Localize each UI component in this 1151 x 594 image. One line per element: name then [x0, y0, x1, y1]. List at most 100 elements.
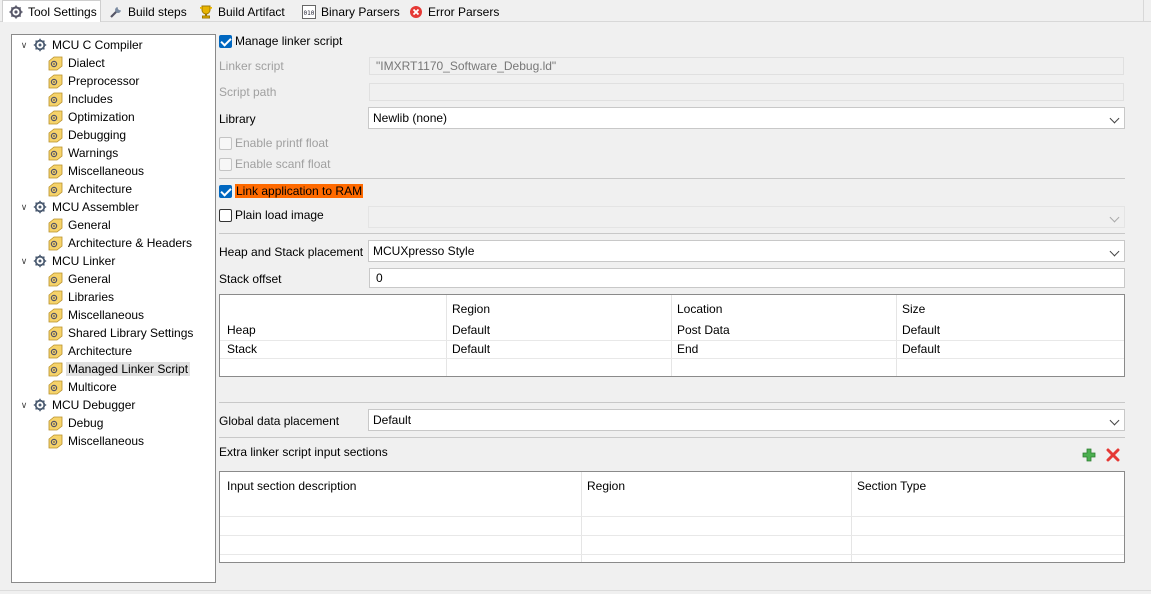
tab-binary-parsers[interactable]: 010 Binary Parsers	[296, 1, 406, 22]
global-data-placement-value: Default	[373, 413, 412, 427]
tree-item-label: Miscellaneous	[68, 308, 145, 322]
settings-page-icon	[48, 56, 63, 71]
settings-page-icon	[48, 326, 63, 341]
tree-item[interactable]: Preprocessor	[48, 72, 139, 90]
chevron-down-icon[interactable]: ∨	[18, 202, 30, 213]
tree-item[interactable]: Libraries	[48, 288, 114, 306]
tree-group[interactable]: ∨ MCU Debugger	[18, 396, 136, 414]
column-header-input-section[interactable]: Input section description	[227, 479, 356, 493]
heap-stack-placement-select[interactable]: MCUXpresso Style	[368, 240, 1125, 262]
enable-printf-float-label: Enable printf float	[235, 136, 329, 150]
link-to-ram-row[interactable]: Link application to RAM	[219, 184, 364, 198]
column-header-location[interactable]: Location	[677, 302, 722, 316]
library-select-value: Newlib (none)	[373, 111, 448, 125]
table-cell[interactable]: Default	[902, 342, 940, 356]
tab-build-artifact[interactable]: Build Artifact	[193, 1, 291, 22]
settings-page-icon	[48, 164, 63, 179]
tree-item[interactable]: Miscellaneous	[48, 162, 144, 180]
tree-item[interactable]: Warnings	[48, 144, 118, 162]
tree-item[interactable]: Dialect	[48, 54, 105, 72]
tab-build-steps[interactable]: Build steps	[103, 1, 193, 22]
linker-script-field: "IMXRT1170_Software_Debug.ld"	[369, 57, 1124, 75]
column-header-region[interactable]: Region	[587, 479, 625, 493]
tree-item[interactable]: Shared Library Settings	[48, 324, 193, 342]
table-cell[interactable]: Default	[902, 323, 940, 337]
tab-label: Binary Parsers	[321, 4, 400, 19]
chevron-down-icon[interactable]: ∨	[18, 40, 30, 51]
heap-stack-table[interactable]: Region Location Size Heap Default Post D…	[219, 294, 1125, 377]
enable-printf-float-row: Enable printf float	[219, 136, 328, 150]
tree-item[interactable]: Managed Linker Script	[48, 360, 191, 378]
tree-item-label: Optimization	[68, 110, 135, 124]
delete-icon[interactable]	[1106, 448, 1120, 462]
script-path-field	[369, 83, 1124, 101]
tree-group-label: MCU Linker	[52, 254, 116, 268]
settings-tree[interactable]: ∨ MCU C Compiler Dialect Preprocessor Includ…	[11, 34, 216, 583]
tree-item[interactable]: Optimization	[48, 108, 135, 126]
stack-offset-input[interactable]: 0	[369, 268, 1125, 288]
manage-linker-script-row[interactable]: Manage linker script	[219, 34, 342, 48]
plain-load-image-select	[368, 206, 1125, 228]
column-header-section-type[interactable]: Section Type	[857, 479, 926, 493]
tab-error-parsers[interactable]: Error Parsers	[403, 1, 505, 22]
tab-label: Error Parsers	[428, 4, 500, 19]
settings-page-icon	[48, 146, 63, 161]
tree-item-label: Preprocessor	[68, 74, 140, 88]
global-data-placement-select[interactable]: Default	[368, 409, 1125, 431]
linker-script-label: Linker script	[219, 59, 284, 73]
tree-item[interactable]: Architecture	[48, 180, 132, 198]
tree-item[interactable]: Architecture & Headers	[48, 234, 192, 252]
plain-load-image-checkbox[interactable]	[219, 208, 232, 222]
column-header-region[interactable]: Region	[452, 302, 490, 316]
settings-page-icon	[48, 344, 63, 359]
table-cell[interactable]: Post Data	[677, 323, 730, 337]
heap-stack-placement-value: MCUXpresso Style	[373, 244, 475, 258]
chevron-down-icon[interactable]: ∨	[18, 256, 30, 267]
separator	[219, 402, 1125, 403]
table-cell[interactable]: End	[677, 342, 698, 356]
extra-sections-table[interactable]: Input section description Region Section…	[219, 471, 1125, 563]
tree-item-label: Includes	[68, 92, 113, 106]
library-select[interactable]: Newlib (none)	[368, 107, 1125, 129]
tree-group[interactable]: ∨ MCU Linker	[18, 252, 116, 270]
column-header-size[interactable]: Size	[902, 302, 925, 316]
table-cell[interactable]: Default	[452, 342, 490, 356]
tree-item[interactable]: Miscellaneous	[48, 306, 144, 324]
tree-item[interactable]: Debug	[48, 414, 103, 432]
gear-icon	[33, 38, 47, 52]
add-icon[interactable]	[1082, 448, 1096, 462]
tree-group[interactable]: ∨ MCU C Compiler	[18, 36, 143, 54]
tree-item[interactable]: Includes	[48, 90, 113, 108]
tree-item[interactable]: General	[48, 216, 111, 234]
tab-bar: Tool Settings Build steps Build Artifact…	[0, 0, 1151, 22]
settings-page-icon	[48, 236, 63, 251]
separator	[219, 178, 1125, 179]
settings-page-icon	[48, 110, 63, 125]
chevron-down-icon[interactable]: ∨	[18, 400, 30, 411]
plain-load-image-label: Plain load image	[235, 208, 324, 222]
tree-item[interactable]: Miscellaneous	[48, 432, 144, 450]
tree-group-label: MCU C Compiler	[52, 38, 143, 52]
tree-item-label: Warnings	[68, 146, 119, 160]
tab-tool-settings[interactable]: Tool Settings	[2, 0, 101, 22]
settings-page-icon	[48, 434, 63, 449]
settings-page-icon	[48, 416, 63, 431]
plain-load-image-row[interactable]: Plain load image	[219, 208, 324, 222]
settings-page-icon	[48, 128, 63, 143]
tree-item[interactable]: General	[48, 270, 111, 288]
table-cell[interactable]: Stack	[227, 342, 257, 356]
tree-item-label: Libraries	[68, 290, 115, 304]
tree-item-label: Architecture	[68, 344, 133, 358]
tree-item[interactable]: Architecture	[48, 342, 132, 360]
link-to-ram-checkbox[interactable]	[219, 184, 232, 198]
tree-item-label: Miscellaneous	[68, 164, 145, 178]
tab-bar-edge	[1143, 0, 1151, 22]
tree-group[interactable]: ∨ MCU Assembler	[18, 198, 139, 216]
table-cell[interactable]: Default	[452, 323, 490, 337]
tree-group-label: MCU Assembler	[52, 200, 139, 214]
gear-icon	[33, 398, 47, 412]
tree-item[interactable]: Multicore	[48, 378, 117, 396]
table-cell[interactable]: Heap	[227, 323, 256, 337]
tree-item[interactable]: Debugging	[48, 126, 126, 144]
manage-linker-script-checkbox[interactable]	[219, 34, 232, 48]
